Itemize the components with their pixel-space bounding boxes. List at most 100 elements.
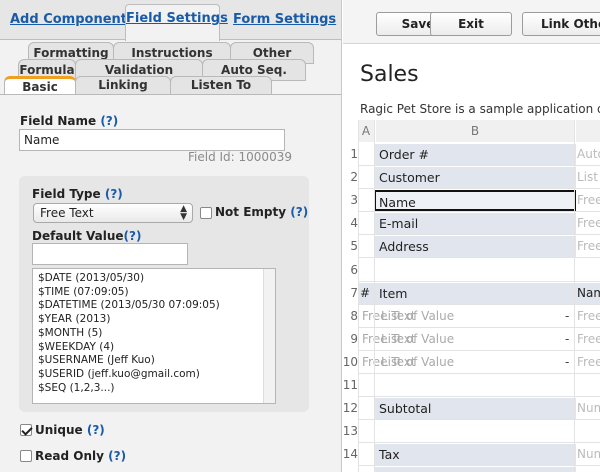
- read-only-checkbox[interactable]: [20, 450, 32, 462]
- sheet-c-cell[interactable]: Free: [574, 193, 600, 207]
- field-name-input[interactable]: Name: [19, 129, 285, 151]
- sheet-c-cell[interactable]: Free: [574, 355, 600, 369]
- sheet-c-cell[interactable]: List: [574, 170, 600, 184]
- row-separator: [358, 188, 600, 189]
- not-empty-label: Not Empty (?): [215, 205, 308, 219]
- field-id: Field Id: 1000039: [188, 150, 292, 164]
- ghost-dash: -: [565, 332, 570, 346]
- sheet-c-cell[interactable]: Free: [574, 216, 600, 230]
- variable-item[interactable]: $WEEKDAY (4): [33, 341, 275, 355]
- column-header-c[interactable]: [576, 120, 600, 142]
- row-separator: [358, 350, 600, 351]
- row-number[interactable]: 1: [342, 147, 358, 161]
- row-separator: [358, 327, 600, 328]
- sheet-description: Ragic Pet Store is a sample application …: [360, 102, 600, 116]
- not-empty-label-text: Not Empty: [215, 205, 287, 219]
- read-only-help-link[interactable]: (?): [108, 449, 126, 463]
- variable-item[interactable]: $TIME (07:09:05): [33, 286, 275, 300]
- subtab-basic[interactable]: Basic: [4, 76, 76, 95]
- row-number[interactable]: 4: [342, 216, 358, 230]
- not-empty-help-link[interactable]: (?): [290, 205, 308, 219]
- row-separator: [358, 165, 600, 166]
- row-number[interactable]: 9: [342, 332, 358, 346]
- row-number[interactable]: 14: [342, 447, 358, 461]
- sheet-field-cell[interactable]: Subtotal: [374, 398, 576, 419]
- sheet-field-cell[interactable]: Order #: [374, 144, 576, 165]
- field-name-label: Field Name (?): [20, 114, 118, 128]
- variable-item[interactable]: $DATETIME (2013/05/30 07:09:05): [33, 299, 275, 313]
- sheet-field-cell[interactable]: Item: [374, 283, 576, 304]
- exit-button[interactable]: Exit: [430, 12, 512, 36]
- variable-item[interactable]: $USERNAME (Jeff Kuo): [33, 354, 275, 368]
- ghost-dash: -: [565, 309, 570, 323]
- variable-item[interactable]: $MONTH (5): [33, 327, 275, 341]
- row-number[interactable]: 6: [342, 263, 358, 277]
- column-header-a[interactable]: A: [358, 120, 374, 142]
- field-type-help-link[interactable]: (?): [105, 187, 123, 201]
- field-type-label-text: Field Type: [32, 187, 101, 201]
- column-divider: [374, 120, 375, 472]
- select-arrows-icon: ▲ ▼: [180, 204, 187, 222]
- variable-item[interactable]: $SEQ (1,2,3...): [33, 382, 275, 396]
- row-number[interactable]: 3: [342, 193, 358, 207]
- default-value-variable-list[interactable]: $DATE (2013/05/30) $TIME (07:09:05) $DATET…: [32, 268, 276, 404]
- sheet-field-cell[interactable]: E-mail: [374, 213, 576, 234]
- row-separator: [358, 257, 600, 258]
- variable-item[interactable]: $DATE (2013/05/30): [33, 272, 275, 286]
- link-other-button[interactable]: Link Othe: [522, 12, 600, 36]
- tab-form-settings[interactable]: Form Settings: [233, 6, 336, 34]
- ghost-dash: -: [565, 355, 570, 369]
- read-only-label-text: Read Only: [35, 449, 104, 463]
- row-number[interactable]: 11: [342, 378, 358, 392]
- column-divider: [574, 120, 575, 472]
- default-value-input[interactable]: [32, 243, 188, 265]
- variable-item[interactable]: $YEAR (2013): [33, 313, 275, 327]
- unique-checkbox[interactable]: [20, 424, 32, 436]
- sheet-field-cell[interactable]: Name: [374, 190, 576, 211]
- field-name-help-link[interactable]: (?): [100, 114, 118, 128]
- sheet-c-cell[interactable]: Num: [574, 447, 600, 461]
- variable-list-scrollbar[interactable]: [263, 269, 275, 403]
- row-number[interactable]: 7: [342, 286, 358, 300]
- not-empty-checkbox[interactable]: [200, 207, 212, 219]
- tab-field-settings[interactable]: Field Settings: [125, 4, 228, 41]
- sheet-c-cell[interactable]: Free: [574, 239, 600, 253]
- top-tab-bar: Add Components Field Settings Form Setti…: [0, 0, 341, 41]
- row-number[interactable]: 10: [342, 355, 358, 369]
- field-type-selected-value: Free Text: [40, 206, 94, 220]
- subtab-linking[interactable]: Linking: [75, 76, 171, 95]
- sheet-field-cell[interactable]: Grand Total: [374, 467, 576, 472]
- default-value-label: Default Value(?): [32, 229, 141, 243]
- row-number[interactable]: 8: [342, 309, 358, 323]
- row-number[interactable]: 2: [342, 170, 358, 184]
- row-separator: [358, 234, 600, 235]
- default-value-label-text: Default Value: [32, 229, 124, 243]
- variable-item[interactable]: $USERID (jeff.kuo@gmail.com): [33, 368, 275, 382]
- row-separator: [358, 442, 600, 443]
- default-value-help-link[interactable]: (?): [124, 229, 142, 243]
- unique-help-link[interactable]: (?): [87, 423, 105, 437]
- sheet-c-cell[interactable]: Free: [574, 309, 600, 323]
- item-hash-header: #: [360, 286, 371, 300]
- row-number[interactable]: 5: [342, 239, 358, 253]
- sheet-c-cell[interactable]: Free: [574, 332, 600, 346]
- tab-add-components[interactable]: Add Components: [10, 6, 135, 34]
- row-separator: [358, 281, 600, 282]
- row-separator: [358, 304, 600, 305]
- sheet-field-cell[interactable]: Customer: [374, 167, 576, 188]
- sheet-c-cell[interactable]: Auto: [574, 147, 600, 161]
- row-number[interactable]: 13: [342, 424, 358, 438]
- ghost-list-value: List of Value: [381, 332, 455, 346]
- ghost-list-value: List of Value: [381, 309, 455, 323]
- sheet-c-cell[interactable]: Nam: [574, 286, 600, 300]
- column-header-b[interactable]: B: [376, 120, 574, 142]
- sheet-field-cell[interactable]: Address: [374, 236, 576, 257]
- field-settings-panel: Add Components Field Settings Form Setti…: [0, 0, 342, 472]
- field-type-select[interactable]: Free Text ▲ ▼: [33, 203, 193, 223]
- row-number[interactable]: 12: [342, 401, 358, 415]
- unique-label-text: Unique: [35, 423, 83, 437]
- subtab-listen-to[interactable]: Listen To: [170, 76, 272, 95]
- sheet-field-cell[interactable]: Tax: [374, 444, 576, 465]
- row-separator: [358, 373, 600, 374]
- sheet-c-cell[interactable]: Num: [574, 401, 600, 415]
